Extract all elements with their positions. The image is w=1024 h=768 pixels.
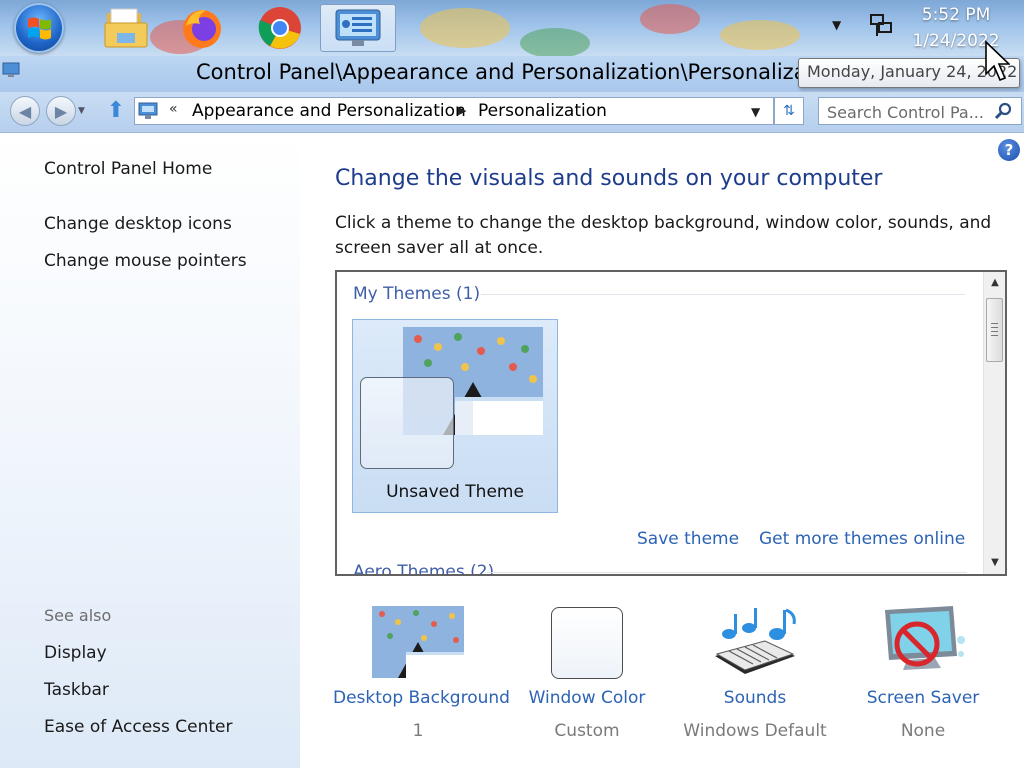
breadcrumb-separator-icon[interactable]: ▶ [458, 104, 466, 117]
screen-saver-label[interactable]: Screen Saver [838, 688, 1008, 708]
mouse-cursor-icon [985, 40, 1010, 82]
see-also-taskbar-link[interactable]: Taskbar [44, 680, 109, 700]
scroll-down-arrow-icon[interactable]: ▼ [984, 552, 1005, 574]
screen-saver-setting[interactable]: Screen Saver None [838, 604, 1008, 741]
control-panel-small-icon [138, 102, 158, 119]
file-explorer-icon [104, 8, 148, 48]
refresh-icon: ⇅ [783, 103, 795, 119]
network-icon[interactable] [868, 12, 894, 38]
desktop-background-setting[interactable]: Desktop Background 1 [333, 604, 510, 741]
change-mouse-pointers-link[interactable]: Change mouse pointers [44, 251, 247, 271]
address-history-dropdown[interactable]: ▼ [751, 105, 760, 119]
sounds-label[interactable]: Sounds [670, 688, 840, 708]
sounds-icon [715, 608, 796, 674]
search-box[interactable] [818, 97, 1022, 126]
show-hidden-icons-button[interactable]: ▼ [832, 18, 848, 32]
window-color-swatch [551, 607, 623, 679]
page-description: Click a theme to change the desktop back… [335, 213, 992, 258]
desktop-background-value: 1 [412, 721, 424, 741]
up-arrow-icon: ⬆ [106, 98, 126, 123]
window-color-label[interactable]: Window Color [502, 688, 672, 708]
firefox-button[interactable] [172, 4, 232, 52]
scroll-thumb[interactable] [986, 298, 1003, 362]
up-level-button[interactable]: ⬆ [104, 98, 128, 124]
breadcrumb[interactable]: « Appearance and Personalization ▶ Perso… [134, 97, 774, 125]
theme-tile-unsaved[interactable]: Unsaved Theme [352, 319, 558, 513]
window-color-value: Custom [554, 721, 620, 741]
page-title: Change the visuals and sounds on your co… [335, 166, 883, 191]
windows-logo-icon [28, 17, 51, 40]
control-panel-button[interactable] [320, 4, 396, 52]
screen-saver-icon [885, 606, 965, 670]
firefox-icon [183, 10, 221, 48]
theme-preview-window [360, 377, 454, 469]
recent-pages-dropdown[interactable]: ▼ [78, 106, 85, 116]
back-arrow-icon: ◀ [18, 101, 32, 121]
window-color-thumb [541, 604, 633, 680]
see-also-heading: See also [44, 606, 112, 625]
breadcrumb-personalization[interactable]: Personalization [478, 101, 607, 121]
screen-saver-value: None [900, 721, 946, 741]
scroll-up-arrow-icon[interactable]: ▲ [984, 272, 1005, 294]
screen-saver-thumb [877, 604, 969, 680]
address-toolbar: ◀ ▶ ▼ ⬆ « Appearance and Personalization… [0, 92, 1024, 133]
window-color-setting[interactable]: Window Color Custom [502, 604, 672, 741]
theme-list-scrollbar[interactable]: ▲ ▼ [983, 272, 1005, 574]
sounds-value: Windows Default [683, 721, 827, 741]
forward-arrow-icon: ▶ [54, 101, 68, 121]
theme-list[interactable]: My Themes (1) Unsaved Theme Save theme G… [335, 270, 1007, 576]
theme-name: Unsaved Theme [386, 482, 524, 502]
window-title: Control Panel\Appearance and Personaliza… [196, 60, 847, 84]
back-button[interactable]: ◀ [10, 96, 40, 126]
search-input[interactable] [819, 98, 999, 126]
breadcrumb-overflow[interactable]: « [169, 101, 178, 117]
control-panel-small-icon [2, 62, 20, 77]
refresh-button[interactable]: ⇅ [774, 97, 804, 125]
see-also-display-link[interactable]: Display [44, 643, 107, 663]
search-icon[interactable] [993, 101, 1013, 121]
start-orb[interactable] [14, 3, 64, 53]
see-also-ease-of-access-link[interactable]: Ease of Access Center [44, 717, 233, 737]
desktop-background-label[interactable]: Desktop Background [333, 688, 510, 708]
control-panel-home-link[interactable]: Control Panel Home [44, 159, 212, 179]
desktop-background-thumb [372, 604, 464, 680]
sounds-thumb [709, 604, 801, 680]
file-explorer-button[interactable] [96, 4, 156, 52]
control-panel-icon [335, 9, 381, 46]
chrome-icon [258, 7, 301, 49]
save-theme-link[interactable]: Save theme [637, 529, 739, 549]
taskbar: ▼ 5:52 PM 1/24/2022 [0, 0, 1024, 56]
help-icon[interactable]: ? [998, 139, 1020, 161]
header-divider [487, 572, 967, 573]
chrome-button[interactable] [250, 4, 310, 52]
desktop-background-thumbnail [372, 606, 464, 678]
clock-time: 5:52 PM [921, 5, 991, 25]
change-desktop-icons-link[interactable]: Change desktop icons [44, 214, 232, 234]
sounds-setting[interactable]: Sounds Windows Default [670, 604, 840, 741]
forward-button[interactable]: ▶ [46, 96, 76, 126]
breadcrumb-appearance-and-personalization[interactable]: Appearance and Personalization [192, 101, 466, 121]
aero-themes-header[interactable]: Aero Themes (2) [353, 562, 494, 574]
my-themes-header[interactable]: My Themes (1) [353, 284, 480, 304]
get-more-themes-link[interactable]: Get more themes online [759, 529, 965, 549]
task-pane: Control Panel Home Change desktop icons … [0, 133, 300, 768]
header-divider [481, 294, 965, 295]
